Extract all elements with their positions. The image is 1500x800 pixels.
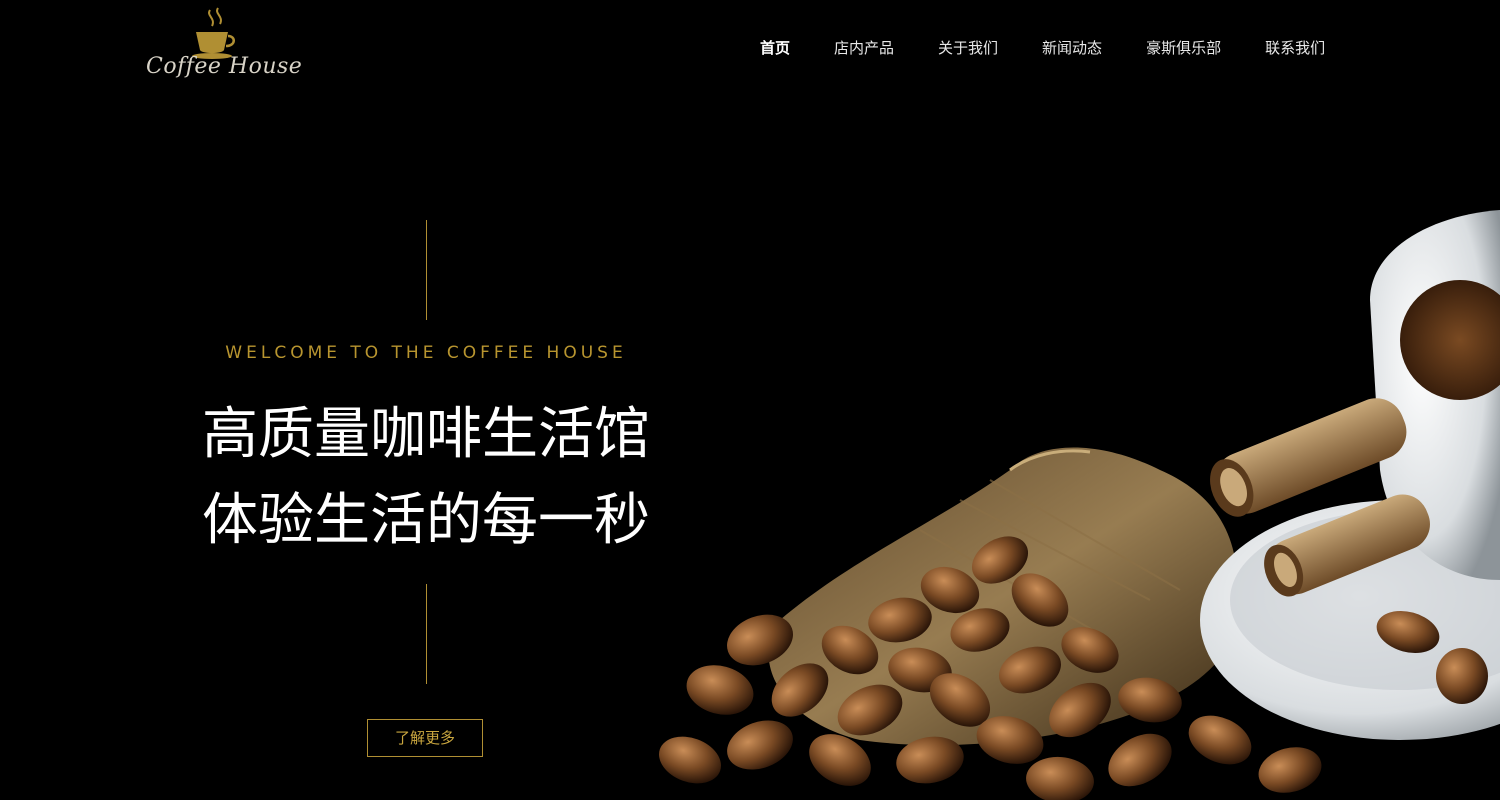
- site-logo[interactable]: Coffee House: [146, 6, 303, 90]
- learn-more-button[interactable]: 了解更多: [367, 719, 483, 757]
- headline-line-2: 体验生活的每一秒: [202, 488, 650, 553]
- welcome-tagline: WELCOME TO THE COFFEE HOUSE: [225, 343, 627, 363]
- nav-item-home[interactable]: 首页: [760, 38, 790, 58]
- hero-headline: 高质量咖啡生活馆 体验生活的每一秒: [186, 392, 666, 564]
- main-nav: 首页 店内产品 关于我们 新闻动态 豪斯俱乐部 联系我们: [760, 38, 1325, 58]
- logo-text: Coffee House: [146, 54, 303, 79]
- headline-line-1: 高质量咖啡生活馆: [202, 402, 650, 467]
- nav-item-contact[interactable]: 联系我们: [1265, 38, 1325, 58]
- nav-item-about[interactable]: 关于我们: [938, 38, 998, 58]
- divider-line-bottom: [426, 584, 427, 684]
- hero-banner: Coffee House 首页 店内产品 关于我们 新闻动态 豪斯俱乐部 联系我…: [0, 0, 1500, 800]
- divider-line-top: [426, 220, 427, 320]
- nav-item-news[interactable]: 新闻动态: [1042, 38, 1102, 58]
- nav-item-club[interactable]: 豪斯俱乐部: [1146, 38, 1221, 58]
- nav-item-products[interactable]: 店内产品: [834, 38, 894, 58]
